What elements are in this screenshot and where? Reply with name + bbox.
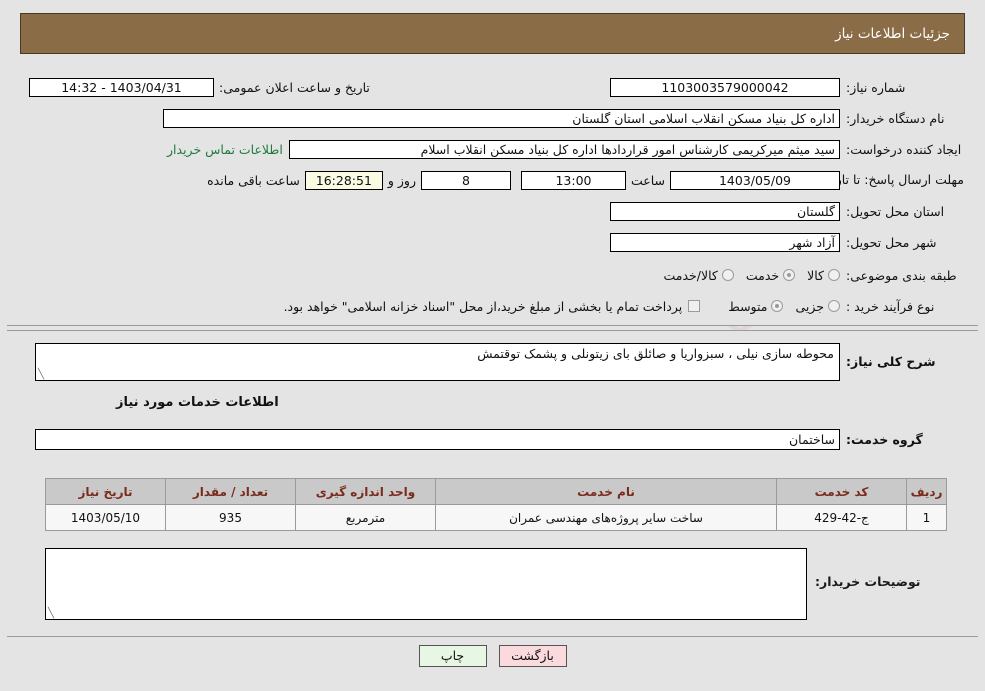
cell-index: 1 [906,504,947,531]
process-option-minor[interactable]: جزیی [793,299,840,314]
back-button[interactable]: بازگشت [498,645,567,667]
general-need-textarea[interactable]: محوطه سازی نیلی ، سبزواریا و صائلق بای ز… [35,343,840,381]
row-delivery-province: استان محل تحویل: گلستان [7,198,978,224]
service-group-value: ساختمان [35,428,840,450]
creator-value: سید میثم میرکریمی کارشناس امور قراردادها… [288,139,840,159]
category-option-goods-service-label: کالا/خدمت [663,267,718,283]
category-option-goods-service[interactable]: کالا/خدمت [661,267,734,283]
province-value: گلستان [610,201,840,221]
remaining-label: ساعت باقی مانده [207,172,300,188]
announce-datetime-value: 1403/04/31 - 14:32 [29,77,214,97]
th-quantity: تعداد / مقدار [165,478,296,505]
cell-quantity: 935 [165,504,296,531]
buyer-notes-section: توضیحات خریدار: ╱ [45,548,947,620]
need-info-panel: شماره نیاز: 1103003579000042 تاریخ و ساع… [7,65,978,326]
buyer-contact-link[interactable]: اطلاعات تماس خریدار [161,142,289,157]
creator-label: ایجاد کننده درخواست: [846,141,962,157]
th-need-date: تاریخ نیاز [45,478,166,505]
page-header-banner: جزئیات اطلاعات نیاز [20,13,965,54]
buyer-notes-textarea[interactable]: ╱ [45,548,807,620]
deadline-time-value: 13:00 [520,170,626,190]
buyer-org-label: نام دستگاه خریدار: [846,110,945,126]
treasury-note: پرداخت تمام یا بخشی از مبلغ خرید،از محل … [283,298,683,314]
table-row: 1 ج-42-429 ساخت سایر پروژه‌های مهندسی عم… [45,504,947,531]
radio-medium-icon[interactable] [771,300,784,312]
cell-code: ج-42-429 [776,504,907,531]
radio-goods-icon[interactable] [828,269,840,281]
countdown-timer: 16:28:51 [304,170,383,190]
radio-goods-service-icon[interactable] [721,269,734,281]
need-number-value: 1103003579000042 [610,77,840,97]
row-response-deadline: مهلت ارسال پاسخ: تا تاریخ: 1403/05/09 سا… [7,167,978,193]
radio-service-icon[interactable] [783,269,796,281]
table-header-row: ردیف کد خدمت نام خدمت واحد اندازه گیری ت… [45,478,947,505]
row-need-number: شماره نیاز: 1103003579000042 تاریخ و ساع… [7,74,978,100]
row-request-creator: ایجاد کننده درخواست: سید میثم میرکریمی ک… [7,136,978,162]
footer-actions: بازگشت چاپ [0,645,985,667]
row-service-group: گروه خدمت: ساختمان [7,426,978,452]
days-label: روز و [387,172,416,188]
process-radio-group: جزیی متوسط [716,299,840,314]
page-root: 🛡 AriaTender.net جزئیات اطلاعات نیاز شما… [0,0,985,691]
row-general-need: شرح کلی نیاز: محوطه سازی نیلی ، سبزواریا… [7,343,978,381]
row-buyer-org: نام دستگاه خریدار: اداره کل بنیاد مسکن ا… [7,105,978,131]
need-description-panel: شرح کلی نیاز: محوطه سازی نیلی ، سبزواریا… [7,330,978,471]
th-name: نام خدمت [435,478,777,505]
general-need-value: محوطه سازی نیلی ، سبزواریا و صائلق بای ز… [477,346,834,361]
footer-separator [7,636,978,637]
page-title: جزئیات اطلاعات نیاز [835,25,950,42]
row-delivery-city: شهر محل تحویل: آزاد شهر [7,229,978,255]
services-section-title: اطلاعات خدمات مورد نیاز [116,395,279,410]
row-subject-category: طبقه بندی موضوعی: کالا خدمت کالا/خدمت [7,262,978,288]
resize-grip-icon[interactable]: ╱ [48,608,54,619]
city-value: آزاد شهر [610,232,840,252]
cell-name: ساخت سایر پروژه‌های مهندسی عمران [435,504,777,531]
radio-minor-icon[interactable] [828,300,840,312]
city-label: شهر محل تحویل: [846,234,937,250]
province-label: استان محل تحویل: [846,203,945,219]
print-button[interactable]: چاپ [418,645,487,667]
th-code: کد خدمت [776,478,907,505]
process-option-medium[interactable]: متوسط [726,298,784,314]
days-remaining-value: 8 [420,170,511,190]
cell-need-date: 1403/05/10 [45,504,166,531]
buyer-org-value: اداره کل بنیاد مسکن انقلاب اسلامی استان … [163,108,840,128]
treasury-checkbox[interactable] [688,300,701,312]
category-option-goods[interactable]: کالا [805,268,840,283]
process-option-medium-label: متوسط [728,298,768,314]
service-group-label: گروه خدمت: [846,431,923,447]
resize-grip-icon[interactable]: ╱ [38,369,44,380]
th-unit: واحد اندازه گیری [295,478,436,505]
category-option-service-label: خدمت [745,267,780,283]
category-option-service[interactable]: خدمت [744,267,796,283]
hour-label: ساعت [630,172,665,188]
services-table: ردیف کد خدمت نام خدمت واحد اندازه گیری ت… [45,478,947,531]
process-label: نوع فرآیند خرید : [846,298,935,314]
announce-datetime-label: تاریخ و ساعت اعلان عمومی: [219,79,370,95]
cell-unit: مترمربع [295,504,436,531]
category-radio-group: کالا خدمت کالا/خدمت [651,268,840,283]
services-table-wrapper: ردیف کد خدمت نام خدمت واحد اندازه گیری ت… [45,478,947,531]
category-option-goods-label: کالا [807,267,824,283]
general-need-label: شرح کلی نیاز: [846,354,936,369]
need-number-label: شماره نیاز: [846,79,906,95]
th-index: ردیف [906,478,947,505]
category-label: طبقه بندی موضوعی: [846,267,957,283]
process-option-minor-label: جزیی [795,298,824,314]
buyer-notes-label: توضیحات خریدار: [815,574,921,589]
deadline-date-value: 1403/05/09 [670,170,840,190]
row-purchase-process: نوع فرآیند خرید : جزیی متوسط پرداخت تمام… [7,293,978,319]
deadline-label: مهلت ارسال پاسخ: تا تاریخ: [819,171,964,187]
